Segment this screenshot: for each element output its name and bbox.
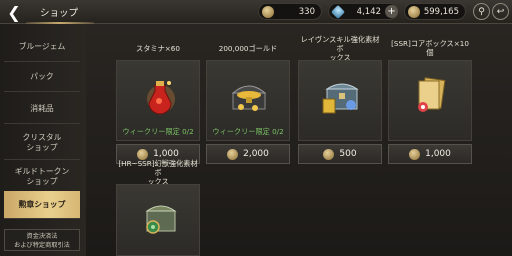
page-title: ショップ	[40, 8, 79, 19]
sidebar-item-label: クリスタル ショップ	[22, 132, 62, 152]
core-box-icon	[418, 77, 446, 112]
sidebar-item-guild-token-shop[interactable]: ギルドトークン ショップ	[4, 160, 80, 194]
sidebar-item-label: ギルドトークン ショップ	[14, 166, 70, 186]
item-name: [HR~SSR]幻獣強化素材ボ ックス	[118, 158, 198, 186]
item-image-panel	[388, 60, 472, 141]
gold-amount: 599,165	[423, 6, 459, 17]
gem-icon	[330, 4, 346, 20]
search-icon[interactable]: ⚲	[473, 3, 490, 20]
buy-button[interactable]: 500	[298, 144, 382, 164]
sidebar-item-medal-shop[interactable]: 勲章ショップ	[4, 191, 80, 219]
item-name: レイヴンスキル強化素材ボ ックス	[300, 34, 380, 62]
add-gem-button[interactable]: +	[385, 5, 398, 18]
item-image-panel: ウィークリー限定 0/2	[206, 60, 290, 141]
medal-currency: 330	[258, 3, 322, 20]
skill-material-box-icon	[322, 83, 359, 114]
item-image-panel	[298, 60, 382, 141]
price-label: 1,000	[425, 149, 451, 159]
sidebar: ブルージェム パック 消耗品 クリスタル ショップ ギルドトークン ショップ 勲…	[0, 24, 86, 256]
return-icon[interactable]: ↩	[492, 3, 509, 20]
legal-info-button[interactable]: 資金決済法 および特定商取引法	[4, 229, 80, 251]
beast-material-box-icon	[145, 205, 177, 234]
price-label: 1,000	[153, 149, 179, 159]
buy-button[interactable]: 2,000	[206, 144, 290, 164]
sidebar-item-label: ブルージェム	[18, 41, 66, 51]
gold-coin-icon	[408, 6, 420, 18]
gem-amount: 4,142	[356, 6, 381, 17]
item-name: スタミナ×60	[136, 43, 180, 53]
gold-chest-icon	[231, 85, 267, 111]
stamina-potion-icon	[147, 81, 175, 115]
sidebar-item-pack[interactable]: パック	[4, 62, 80, 92]
buy-button[interactable]: 1,000	[388, 144, 472, 164]
medal-coin-icon	[323, 148, 335, 160]
medal-coin-icon	[227, 148, 239, 160]
sidebar-item-consumables[interactable]: 消耗品	[4, 94, 80, 124]
weekly-limit-label: ウィークリー限定 0/2	[212, 127, 284, 136]
top-bar: ❮ ショップ 330 4,142 + 599,165 ⚲ ↩	[0, 0, 512, 24]
sidebar-item-crystal-shop[interactable]: クリスタル ショップ	[4, 126, 80, 160]
weekly-limit-label: ウィークリー限定 0/2	[122, 127, 194, 136]
gold-currency: 599,165	[404, 3, 466, 20]
medal-amount: 330	[298, 6, 315, 17]
medal-coin-icon	[262, 6, 274, 18]
medal-coin-icon	[409, 148, 421, 160]
price-label: 500	[339, 149, 357, 159]
sidebar-item-label: パック	[30, 71, 54, 81]
sidebar-item-blue-gem[interactable]: ブルージェム	[4, 32, 80, 62]
price-label: 2,000	[243, 149, 269, 159]
item-name: 200,000ゴールド	[218, 43, 278, 53]
gem-currency: 4,142 +	[328, 3, 398, 20]
sidebar-item-label: 消耗品	[30, 103, 54, 113]
item-image-panel: ウィークリー限定 0/2	[116, 60, 200, 141]
back-icon[interactable]: ❮	[4, 2, 24, 22]
item-image-panel	[116, 184, 200, 256]
item-name: [SSR]コアボックス×10個	[391, 39, 469, 57]
sidebar-item-label: 勲章ショップ	[18, 199, 66, 209]
